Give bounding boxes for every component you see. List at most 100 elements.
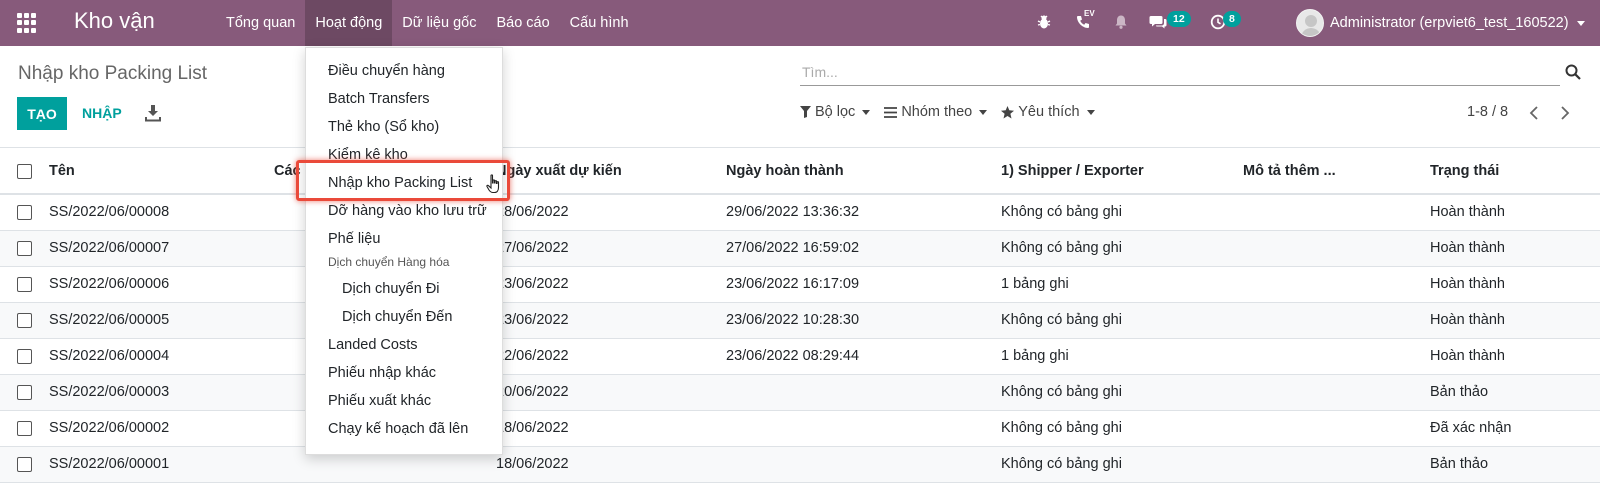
cell-name: SS/2022/06/00008 — [49, 204, 170, 220]
user-menu[interactable]: Administrator (erpviet6_test_160522) — [1296, 8, 1585, 38]
group-by-label: Nhóm theo — [901, 104, 973, 120]
dropdown-item[interactable]: Dỡ hàng vào kho lưu trữ — [306, 198, 502, 224]
apps-menu-icon[interactable] — [17, 13, 37, 33]
menu-master-data[interactable]: Dữ liệu gốc — [392, 0, 486, 46]
column-header-name[interactable]: Tên — [49, 148, 75, 194]
create-button[interactable]: TẠO — [17, 97, 67, 130]
chat-badge: 12 — [1167, 11, 1191, 27]
search-options: Bộ lọc Nhóm theo Yêu thích — [800, 104, 1109, 120]
row-checkbox[interactable] — [17, 421, 32, 436]
column-header-scheduled-date[interactable]: Ngày xuất dự kiến — [496, 148, 622, 194]
column-header-extra[interactable]: Các — [274, 148, 301, 194]
cell-done-date: 23/06/2022 10:28:30 — [726, 312, 860, 328]
funnel-icon — [800, 106, 811, 118]
favorites-button[interactable]: Yêu thích — [1001, 104, 1095, 120]
bug-icon[interactable] — [1034, 12, 1054, 32]
dropdown-item[interactable]: Điều chuyển hàng — [306, 58, 502, 84]
dropdown-item[interactable]: Chạy kế hoạch đã lên — [306, 416, 502, 442]
cell-status: Hoàn thành — [1430, 348, 1505, 364]
row-checkbox[interactable] — [17, 457, 32, 472]
dropdown-item[interactable]: Batch Transfers — [306, 86, 502, 112]
dropdown-item[interactable]: Landed Costs — [306, 332, 502, 358]
chevron-down-icon — [862, 109, 871, 115]
filter-button[interactable]: Bộ lọc — [800, 104, 871, 120]
cell-scheduled-date: 20/06/2022 — [496, 384, 569, 400]
table-row[interactable]: SS/2022/06/00005 23/06/2022 23/06/2022 10:… — [0, 303, 1600, 339]
select-all-checkbox[interactable] — [17, 164, 32, 179]
chevron-down-icon — [979, 109, 988, 115]
table-row[interactable]: SS/2022/06/00007 27/06/2022 27/06/2022 16:… — [0, 231, 1600, 267]
dropdown-item[interactable]: Dịch chuyển Đến — [306, 304, 502, 330]
dropdown-item[interactable]: Kiểm kê kho — [306, 142, 502, 168]
list-view: Tên Các Ngày xuất dự kiến Ngày hoàn thàn… — [0, 147, 1600, 483]
chevron-down-icon — [1086, 109, 1095, 115]
cell-name: SS/2022/06/00001 — [49, 456, 170, 472]
row-checkbox[interactable] — [17, 277, 32, 292]
search-icon[interactable] — [1565, 64, 1581, 80]
cell-shipper: 1 bảng ghi — [1001, 276, 1069, 292]
table-row[interactable]: SS/2022/06/00001 18/06/2022 Không có bảng … — [0, 447, 1600, 483]
dropdown-item[interactable]: Phiếu xuất khác — [306, 388, 502, 414]
column-header-status[interactable]: Trạng thái — [1430, 148, 1499, 194]
menu-reports[interactable]: Báo cáo — [486, 0, 559, 46]
row-checkbox[interactable] — [17, 385, 32, 400]
column-header-shipper[interactable]: 1) Shipper / Exporter — [1001, 148, 1144, 194]
cell-done-date: 23/06/2022 16:17:09 — [726, 276, 860, 292]
cell-scheduled-date: 18/06/2022 — [496, 420, 569, 436]
dropdown-section-header: Dịch chuyển Hàng hóa — [328, 255, 450, 269]
activity-badge: 8 — [1223, 11, 1241, 27]
cell-shipper: Không có bảng ghi — [1001, 456, 1122, 472]
breadcrumb: Nhập kho Packing List — [18, 63, 208, 84]
table-row[interactable]: SS/2022/06/00006 23/06/2022 23/06/2022 16:… — [0, 267, 1600, 303]
chat-icon[interactable] — [1148, 12, 1168, 32]
row-checkbox[interactable] — [17, 313, 32, 328]
table-row[interactable]: SS/2022/06/00002 18/06/2022 Không có bảng … — [0, 411, 1600, 447]
dropdown-item[interactable]: Phế liệu — [306, 226, 502, 252]
operations-dropdown-menu: Điều chuyển hàng Batch Transfers Thẻ kho (… — [305, 47, 503, 455]
row-checkbox[interactable] — [17, 205, 32, 220]
table-row[interactable]: SS/2022/06/00003 20/06/2022 Không có bảng … — [0, 375, 1600, 411]
cell-name: SS/2022/06/00007 — [49, 240, 170, 256]
cell-name: SS/2022/06/00006 — [49, 276, 170, 292]
menu-operations[interactable]: Hoạt động — [305, 0, 393, 46]
row-checkbox[interactable] — [17, 349, 32, 364]
dropdown-item[interactable]: Nhập kho Packing List — [306, 170, 502, 196]
chevron-left-icon[interactable] — [1526, 105, 1542, 121]
phone-icon[interactable]: EV — [1073, 9, 1095, 32]
avatar — [1296, 9, 1324, 37]
import-button[interactable]: NHẬP — [72, 97, 132, 130]
cell-scheduled-date: 28/06/2022 — [496, 204, 569, 220]
group-by-button[interactable]: Nhóm theo — [884, 104, 988, 120]
menu-overview[interactable]: Tổng quan — [216, 0, 305, 46]
pager-value[interactable]: 1-8 / 8 — [1467, 104, 1508, 120]
dropdown-item[interactable]: Dịch chuyển Đi — [306, 276, 502, 302]
column-header-description[interactable]: Mô tả thêm ... — [1243, 148, 1336, 194]
chevron-down-icon — [1576, 20, 1585, 26]
row-checkbox[interactable] — [17, 241, 32, 256]
table-row[interactable]: SS/2022/06/00008 28/06/2022 29/06/2022 13:… — [0, 195, 1600, 231]
menu-configuration[interactable]: Cấu hình — [560, 0, 639, 46]
column-header-done-date[interactable]: Ngày hoàn thành — [726, 148, 844, 194]
cell-status: Hoàn thành — [1430, 312, 1505, 328]
favorites-label: Yêu thích — [1018, 104, 1080, 120]
search-input[interactable] — [800, 58, 1560, 86]
filter-label: Bộ lọc — [815, 104, 856, 120]
cell-scheduled-date: 22/06/2022 — [496, 348, 569, 364]
chevron-right-icon[interactable] — [1557, 105, 1573, 121]
cell-name: SS/2022/06/00002 — [49, 420, 170, 436]
cell-status: Đã xác nhận — [1430, 420, 1512, 436]
app-brand[interactable]: Kho vận — [74, 8, 155, 34]
table-row[interactable]: SS/2022/06/00004 22/06/2022 23/06/2022 08:… — [0, 339, 1600, 375]
cell-name: SS/2022/06/00005 — [49, 312, 170, 328]
dropdown-item[interactable]: Phiếu nhập khác — [306, 360, 502, 386]
bell-icon[interactable] — [1111, 12, 1131, 32]
cell-status: Hoàn thành — [1430, 276, 1505, 292]
cell-shipper: Không có bảng ghi — [1001, 312, 1122, 328]
cell-shipper: Không có bảng ghi — [1001, 384, 1122, 400]
list-icon — [884, 106, 898, 118]
hand-cursor-icon — [486, 174, 502, 194]
user-name: Administrator (erpviet6_test_160522) — [1330, 15, 1569, 31]
download-icon[interactable] — [145, 104, 161, 122]
cell-status: Bản thảo — [1430, 384, 1489, 400]
dropdown-item[interactable]: Thẻ kho (Sổ kho) — [306, 114, 502, 140]
